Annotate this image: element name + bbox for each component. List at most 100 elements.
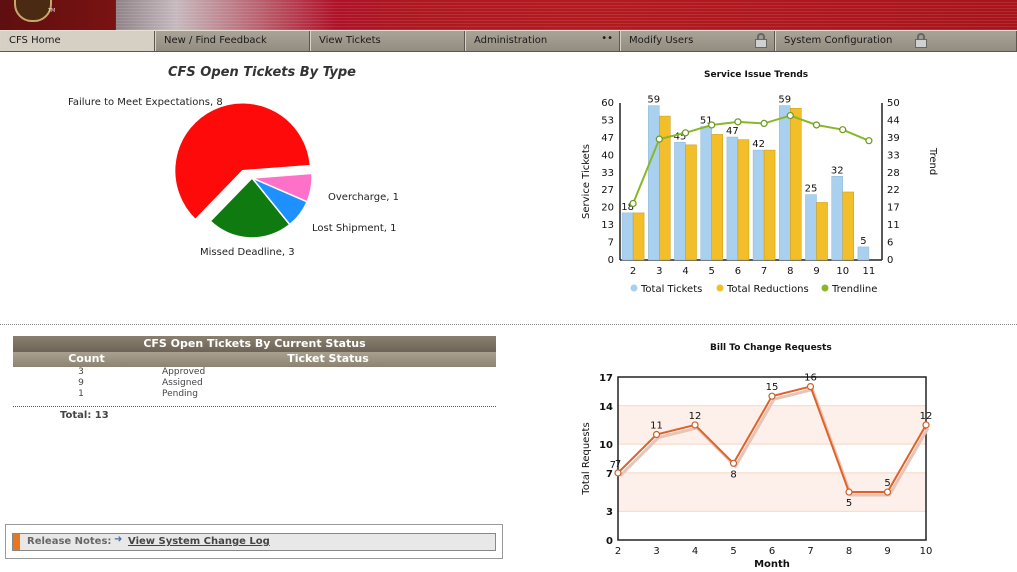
pie-slice-label: Overcharge, 1: [328, 192, 399, 203]
data-point: [845, 488, 853, 496]
data-point: [883, 488, 892, 496]
bill-to-change-chart: 037101417Total Requests2 3 4 5 6 7 8 9 10Month71…: [581, 373, 933, 570]
x-tick-label: 11: [863, 266, 876, 277]
bar-total-reductions: [711, 134, 723, 261]
nav-view-tickets[interactable]: View Tickets: [310, 31, 465, 51]
pie-chart: Failure to Meet Expectations, 8 Overcharg…: [68, 97, 399, 258]
service-issue-trends-chart: 071320273340475360061117222833394450Serv…: [581, 95, 938, 295]
y-tick-label: 3: [606, 507, 613, 518]
view-system-change-log-link[interactable]: View System Change Log: [128, 536, 270, 547]
data-label: 25: [805, 184, 818, 195]
trademark-mark: TM: [48, 8, 56, 14]
release-accent-bar: [13, 534, 20, 550]
trend-point: [839, 126, 847, 134]
y2-tick-label: 0: [887, 255, 893, 266]
y-tick-label: 47: [601, 133, 614, 144]
bar-total-reductions: [790, 107, 802, 261]
lock-icon: [754, 33, 768, 48]
nav-new-find-feedback[interactable]: New / Find Feedback: [155, 31, 310, 51]
data-label: 32: [831, 165, 844, 176]
y-axis-label: Total Requests: [581, 422, 592, 495]
row-count: 9: [78, 378, 84, 388]
nav-system-configuration[interactable]: System Configuration: [775, 31, 1017, 51]
x-tick-label: 8: [846, 546, 852, 557]
legend-marker: [630, 284, 638, 292]
data-label: 16: [804, 373, 817, 384]
trend-point: [655, 135, 663, 143]
y2-axis-label: Trend: [927, 147, 938, 175]
bar-total-tickets: [831, 176, 843, 261]
data-point: [768, 392, 776, 400]
trend-point: [629, 199, 637, 208]
status-table: CFS Open Tickets By Current Status Count…: [13, 336, 496, 421]
nav-cfs-home[interactable]: CFS Home: [0, 31, 155, 51]
x-tick-label: 2: [630, 266, 636, 277]
y-tick-label: 0: [606, 536, 613, 547]
lock-icon: [914, 33, 928, 48]
col-status-header: Ticket Status: [287, 352, 369, 365]
x-tick-label: 10: [920, 546, 933, 557]
section-divider: [0, 324, 1017, 325]
x-tick-label: 9: [813, 266, 819, 277]
data-point: [729, 459, 738, 467]
bar-total-tickets: [805, 194, 817, 261]
legend-label: Total Tickets: [640, 284, 702, 295]
nav-label: Administration: [474, 35, 548, 46]
submenu-indicator-icon: ••: [601, 33, 613, 44]
row-status: Assigned: [162, 378, 203, 388]
bar-total-tickets: [779, 105, 791, 261]
y-tick-label: 17: [599, 373, 613, 384]
data-point: [652, 430, 661, 439]
data-label: 8: [730, 469, 736, 480]
nav-modify-users[interactable]: Modify Users: [620, 31, 775, 51]
data-label: 12: [689, 411, 702, 422]
release-notes-bar: Release Notes: ➜ View System Change Log: [12, 533, 496, 551]
data-label: 5: [860, 236, 866, 247]
x-axis-label: Month: [754, 559, 790, 570]
y2-tick-label: 33: [887, 150, 900, 161]
main-nav: CFS Home New / Find Feedback View Ticket…: [0, 30, 1017, 52]
data-label: 5: [884, 478, 890, 489]
table-row: 3 Approved: [13, 367, 496, 378]
bar-total-reductions: [737, 139, 750, 261]
link-arrow-icon: ➜: [114, 534, 123, 545]
bill-chart-title: Bill To Change Requests: [710, 343, 832, 353]
x-tick-label: 9: [884, 546, 890, 557]
data-label: 12: [920, 411, 933, 422]
row-status: Pending: [162, 389, 198, 399]
header-banner: TM: [0, 0, 1017, 30]
y2-tick-label: 17: [887, 203, 900, 214]
legend-label: Total Reductions: [726, 284, 809, 295]
y-tick-label: 0: [608, 255, 614, 266]
trend-point: [734, 118, 742, 126]
y-axis-label: Service Tickets: [581, 144, 592, 219]
legend-marker: [821, 284, 829, 292]
bar-total-reductions: [685, 144, 697, 261]
nav-label: New / Find Feedback: [164, 35, 267, 46]
y2-tick-label: 11: [887, 220, 900, 231]
bar-total-reductions: [763, 149, 776, 261]
y2-tick-label: 22: [887, 185, 900, 196]
y2-tick-label: 6: [887, 238, 893, 249]
y-tick-label: 33: [601, 168, 614, 179]
y-tick-label: 14: [599, 402, 613, 413]
company-logo[interactable]: [14, 0, 52, 22]
y-tick-label: 20: [601, 203, 614, 214]
y-tick-label: 27: [601, 185, 614, 196]
trend-point: [812, 121, 821, 129]
table-row: 1 Pending: [13, 389, 496, 400]
nav-administration[interactable]: Administration ••: [465, 31, 620, 51]
data-label: 47: [726, 126, 739, 137]
banner-pattern: [116, 0, 1017, 30]
trend-point: [681, 129, 690, 137]
x-tick-label: 5: [709, 266, 715, 277]
data-label: 59: [647, 95, 660, 106]
release-notes-box: Release Notes: ➜ View System Change Log: [5, 524, 503, 559]
y2-tick-label: 28: [887, 168, 900, 179]
y-tick-label: 53: [601, 115, 614, 126]
y-tick-label: 10: [599, 440, 613, 451]
trend-point: [786, 111, 794, 120]
y-tick-label: 13: [601, 220, 614, 231]
nav-label: Modify Users: [629, 35, 694, 46]
trend-point: [760, 119, 768, 128]
